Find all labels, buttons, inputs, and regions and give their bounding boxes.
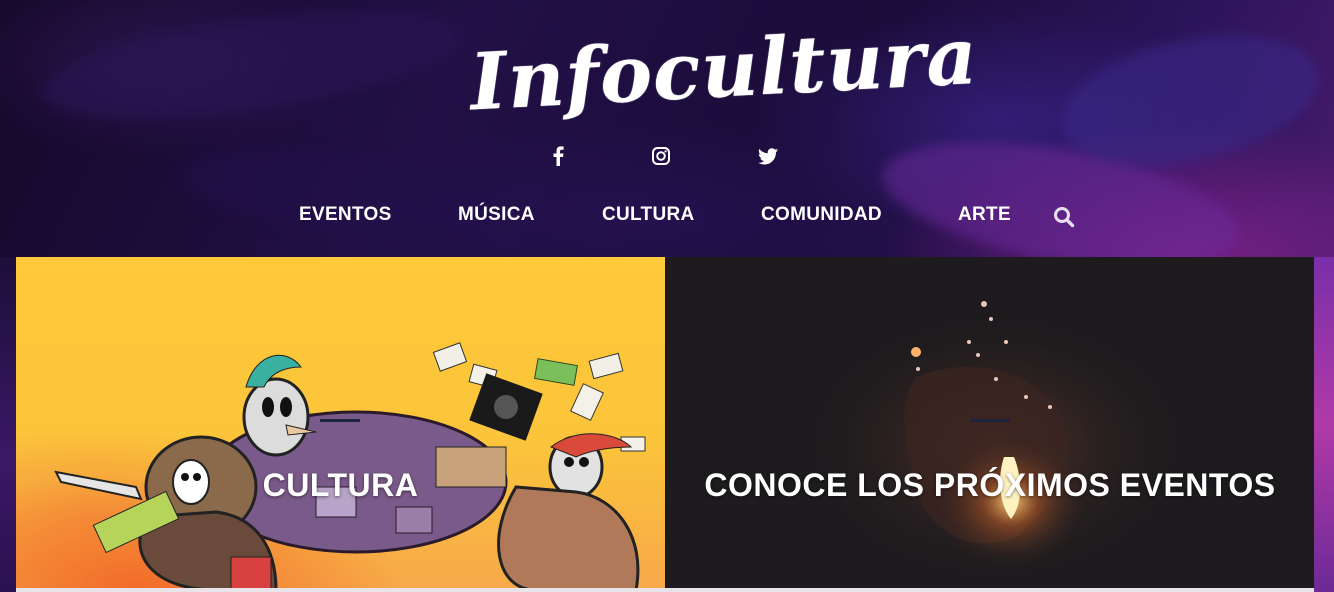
facebook-icon[interactable] bbox=[542, 140, 574, 172]
tile-title-eventos[interactable]: CONOCE LOS PRÓXIMOS EVENTOS bbox=[666, 467, 1314, 504]
nav-item-eventos[interactable]: EVENTOS bbox=[299, 204, 392, 226]
page-edge-right bbox=[1314, 257, 1334, 592]
tile-title-cultura[interactable]: CULTURA bbox=[16, 467, 665, 504]
site-logo[interactable]: Infocultura bbox=[467, 8, 980, 139]
page-edge-left bbox=[0, 257, 16, 592]
nav-item-comunidad[interactable]: COMUNIDAD bbox=[761, 204, 882, 226]
nav-item-musica[interactable]: MÚSICA bbox=[458, 204, 535, 226]
nav-item-cultura[interactable]: CULTURA bbox=[602, 204, 695, 226]
hand-candle-photo bbox=[796, 301, 1196, 587]
twitter-icon[interactable] bbox=[752, 140, 784, 172]
bottom-strip bbox=[16, 588, 1314, 592]
facebook-icon-glyph bbox=[553, 146, 564, 166]
tile-accent-bar bbox=[320, 419, 360, 422]
nav-item-arte[interactable]: ARTE bbox=[958, 204, 1011, 226]
instagram-icon-glyph bbox=[652, 147, 670, 165]
main-nav: EVENTOS MÚSICA CULTURA COMUNIDAD ARTE bbox=[0, 196, 1334, 238]
search-icon[interactable] bbox=[1053, 206, 1075, 228]
search-icon-glyph bbox=[1054, 207, 1075, 228]
carnival-illustration bbox=[54, 342, 646, 590]
twitter-icon-glyph bbox=[758, 147, 778, 164]
tile-eventos[interactable]: CONOCE LOS PRÓXIMOS EVENTOS bbox=[666, 257, 1314, 590]
instagram-icon[interactable] bbox=[645, 140, 677, 172]
paint-stroke bbox=[35, 0, 465, 139]
tile-accent-bar bbox=[970, 419, 1010, 422]
tile-cultura[interactable]: CULTURA bbox=[16, 257, 665, 590]
